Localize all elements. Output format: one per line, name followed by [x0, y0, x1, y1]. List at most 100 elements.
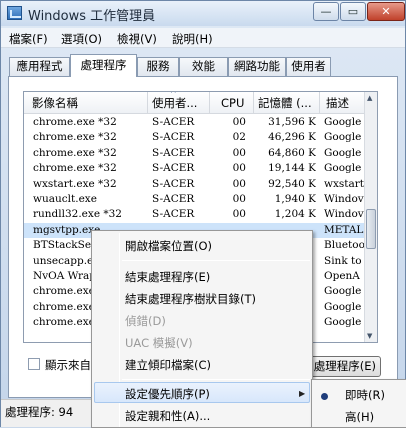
menu-separator — [122, 379, 310, 380]
tab-services[interactable]: 服務 — [137, 57, 179, 76]
table-row[interactable]: chrome.exe *32 S-ACER 02 46,296 K Google — [24, 130, 365, 145]
menu-end-process-tree[interactable]: 結束處理程序樹狀目錄(T) — [125, 291, 256, 307]
column-cpu[interactable]: CPU — [210, 92, 254, 114]
process-cpu: 00 — [232, 177, 246, 190]
process-memory: 1,940 K — [274, 192, 316, 205]
process-cpu: 00 — [232, 162, 246, 175]
process-memory: 19,144 K — [268, 162, 316, 175]
table-row[interactable]: wuauclt.exe S-ACER 00 1,940 K Windov — [24, 192, 365, 207]
scroll-up-icon[interactable]: ▲ — [367, 94, 372, 102]
menu-open-file-location[interactable]: 開啟檔案位置(O) — [125, 238, 212, 254]
window-title: Windows 工作管理員 — [28, 9, 156, 24]
process-user: S-ACER — [152, 192, 195, 205]
show-all-users-checkbox[interactable] — [28, 358, 40, 370]
process-description: Sink to — [324, 254, 362, 267]
process-description: Google — [324, 162, 362, 175]
priority-high[interactable]: 高(H) — [345, 409, 374, 425]
process-name: chrome.exe *32 — [33, 162, 117, 175]
menu-file[interactable]: 檔案(F) — [9, 31, 48, 47]
tab-networking[interactable]: 網路功能 — [228, 57, 286, 76]
process-name: wxstart.exe *32 — [33, 177, 117, 190]
column-memory[interactable]: 記憶體 (... — [254, 92, 320, 114]
table-row[interactable]: rundll32.exe *32 S-ACER 00 1,204 K Windov — [24, 207, 365, 222]
menu-bar: 檔案(F) 選項(O) 檢視(V) 說明(H) — [1, 28, 405, 48]
maximize-button[interactable]: ▭ — [340, 2, 366, 21]
process-name: wuauclt.exe — [33, 192, 97, 205]
process-user: S-ACER — [152, 162, 195, 175]
process-memory: 92,540 K — [268, 177, 316, 190]
process-description: Google — [324, 116, 362, 128]
process-cpu: 00 — [232, 146, 246, 159]
process-user: S-ACER — [152, 116, 195, 128]
task-manager-window: Windows 工作管理員 — ▭ ✕ 檔案(F) 選項(O) 檢視(V) 說明… — [0, 0, 406, 428]
table-row[interactable]: wxstart.exe *32 S-ACER 00 92,540 K wxstart — [24, 177, 365, 192]
column-memory-label: 記憶體 (... — [258, 96, 312, 110]
menu-options[interactable]: 選項(O) — [61, 31, 102, 47]
task-manager-icon — [7, 6, 22, 20]
process-description: Google — [324, 300, 362, 313]
menu-end-process[interactable]: 結束處理程序(E) — [125, 269, 210, 285]
process-name: chrome.exe *32 — [33, 146, 117, 159]
column-description[interactable]: 描述 — [320, 92, 365, 114]
process-description: Bluetoo — [324, 239, 365, 252]
sort-ascending-icon: ^ — [170, 92, 177, 98]
process-name: chrome.exe *32 — [33, 116, 117, 128]
priority-submenu: 即時(R) 高(H) — [311, 379, 406, 428]
tab-users[interactable]: 使用者 — [286, 57, 331, 76]
process-count: 處理程序: 94 — [5, 405, 74, 419]
process-memory: 46,296 K — [268, 131, 316, 144]
column-user-name[interactable]: ^ 使用者... — [148, 92, 210, 114]
menu-uac-virtualization: UAC 模擬(V) — [125, 336, 193, 350]
process-list-scrollbar[interactable]: ▲ ▼ — [364, 92, 377, 342]
close-button[interactable]: ✕ — [367, 2, 405, 21]
process-user: S-ACER — [152, 208, 195, 221]
title-bar: Windows 工作管理員 — ▭ ✕ — [1, 1, 405, 26]
process-description: Windov — [324, 192, 364, 205]
process-cpu: 02 — [232, 131, 246, 144]
minimize-button[interactable]: — — [313, 2, 339, 21]
process-description: OpenA — [324, 269, 360, 282]
column-image-name[interactable]: 影像名稱 — [24, 92, 148, 114]
process-description: Google — [324, 131, 362, 144]
menu-create-dump[interactable]: 建立傾印檔案(C) — [125, 357, 211, 373]
submenu-arrow-icon: ▶ — [299, 389, 306, 398]
process-context-menu: 開啟檔案位置(O) 結束處理程序(E) 結束處理程序樹狀目錄(T) 偵錯(D) … — [91, 230, 313, 428]
table-row[interactable]: chrome.exe *32 S-ACER 00 31,596 K Google — [24, 115, 365, 130]
process-memory: 64,860 K — [268, 146, 316, 159]
column-image-name-label: 影像名稱 — [32, 96, 78, 110]
priority-realtime[interactable]: 即時(R) — [345, 387, 385, 403]
menu-set-affinity[interactable]: 設定親和性(A)... — [125, 408, 210, 424]
menu-help[interactable]: 說明(H) — [172, 31, 213, 47]
process-memory: 31,596 K — [268, 116, 316, 128]
process-description: Google — [324, 146, 362, 159]
menu-set-priority[interactable]: 設定優先順序(P) — [125, 386, 210, 402]
process-user: S-ACER — [152, 131, 195, 144]
tab-applications[interactable]: 應用程式 — [9, 57, 70, 76]
show-all-users-label: 顯示來自 — [45, 358, 91, 372]
process-description: Google — [324, 316, 362, 329]
process-user: S-ACER — [152, 146, 195, 159]
process-cpu: 00 — [232, 192, 246, 205]
selected-radio-icon — [321, 393, 328, 400]
menu-separator — [122, 260, 310, 261]
table-row[interactable]: chrome.exe *32 S-ACER 00 19,144 K Google — [24, 161, 365, 176]
table-row[interactable]: chrome.exe *32 S-ACER 00 64,860 K Google — [24, 146, 365, 161]
process-memory: 1,204 K — [274, 208, 316, 221]
column-cpu-label: CPU — [221, 96, 245, 110]
tab-processes[interactable]: 處理程序 — [70, 54, 137, 77]
tab-performance[interactable]: 效能 — [179, 57, 228, 76]
process-description: METAL — [324, 223, 364, 236]
process-description: wxstart — [324, 177, 365, 190]
process-list-header: 影像名稱 ^ 使用者... CPU 記憶體 (... 描述 — [24, 92, 365, 114]
process-name: rundll32.exe *32 — [33, 208, 122, 221]
process-name: chrome.exe *32 — [33, 131, 117, 144]
process-user: S-ACER — [152, 177, 195, 190]
process-cpu: 00 — [232, 208, 246, 221]
column-user-name-label: 使用者... — [152, 96, 198, 110]
menu-view[interactable]: 檢視(V) — [117, 31, 157, 47]
process-cpu: 00 — [232, 116, 246, 128]
menu-debug: 偵錯(D) — [125, 314, 166, 328]
end-process-button[interactable]: 處理程序(E) — [301, 356, 381, 377]
scrollbar-thumb[interactable] — [366, 209, 376, 249]
scroll-down-icon[interactable]: ▼ — [367, 332, 372, 340]
